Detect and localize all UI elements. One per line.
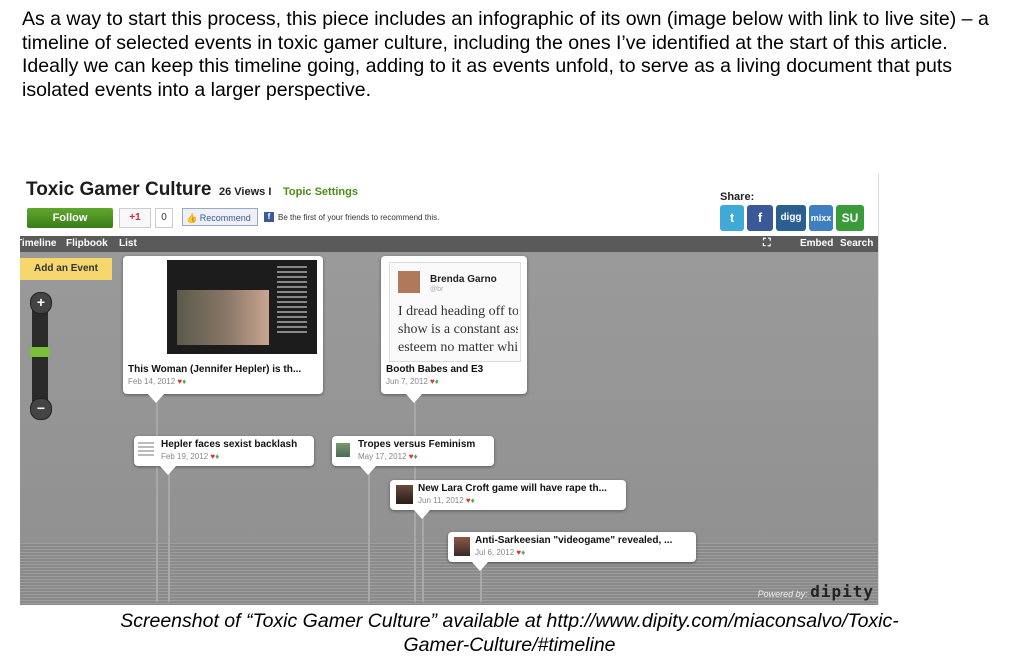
tab-timeline[interactable]: Timeline [20,238,56,249]
event-card-sexist-backlash[interactable]: Hepler faces sexist backlash Feb 19, 201… [134,436,314,466]
event-title: Anti-Sarkeesian "videogame" revealed, ..… [475,535,673,546]
event-title: Tropes versus Feminism [358,439,476,450]
event-date: Jun 7, 2012 ♥♦ [386,377,439,386]
twitter-share-icon[interactable]: t [720,205,744,231]
add-event-button[interactable]: Add an Event [20,258,112,280]
event-card-lara-croft[interactable]: New Lara Croft game will have rape th...… [390,480,626,510]
event-date: Jun 11, 2012 ♥♦ [418,496,475,505]
digg-share-icon[interactable]: digg [776,205,806,231]
tweet-line: esteem no matter whi [398,340,518,355]
facebook-recommend-text: Be the first of your friends to recommen… [278,213,440,222]
event-title: Hepler faces sexist backlash [161,439,298,450]
figure-caption: Screenshot of “Toxic Gamer Culture” avai… [0,609,1019,657]
event-title: Booth Babes and E3 [386,364,484,375]
card-pointer [414,510,430,519]
stumbleupon-share-icon[interactable]: SU [836,205,864,231]
tweet-user: Brenda Garno [430,274,497,285]
tweet-avatar [398,271,420,293]
article-paragraph: As a way to start this process, this pie… [22,8,989,101]
card-pointer [160,466,176,475]
follow-button[interactable]: Follow [27,208,113,228]
powered-by-dipity[interactable]: Powered by: dipity [758,582,874,601]
event-card-tropes[interactable]: Tropes versus Feminism May 17, 2012 ♥♦ [332,436,494,466]
tweet-line: show is a constant ass [398,322,518,337]
timeline-title: Toxic Gamer Culture [26,179,212,200]
fullscreen-icon[interactable]: ⛶ [763,237,771,250]
event-stem [168,467,170,602]
share-label: Share: [720,191,755,203]
event-card-anti-sarkeesian[interactable]: Anti-Sarkeesian "videogame" revealed, ..… [448,532,696,562]
card-pointer [406,394,422,403]
event-card-booth-babes[interactable]: Brenda Garno @br I dread heading off to … [381,256,527,394]
facebook-share-icon[interactable]: f [747,205,773,231]
event-icon [396,485,413,504]
event-title: New Lara Croft game will have rape th... [418,483,607,494]
dipity-logo: dipity [810,582,874,601]
card-pointer [360,466,376,475]
facebook-icon: f [264,212,274,222]
card-pointer [148,394,164,403]
event-icon [336,443,350,457]
caption-line-2: Gamer-Culture/#timeline [403,634,616,656]
zoom-handle[interactable] [30,347,50,357]
event-stem [422,510,424,602]
zoom-out-button[interactable]: − [30,398,52,420]
google-plus-button[interactable]: +1 [119,208,151,228]
event-date: May 17, 2012 ♥♦ [358,452,418,461]
event-card-hepler[interactable]: This Woman (Jennifer Hepler) is th... Fe… [123,256,323,394]
event-date: Jul 6, 2012 ♥♦ [475,548,526,557]
topic-settings-link[interactable]: Topic Settings [283,186,358,198]
views-count: 26 Views I [219,186,272,198]
gplus-label: +1 [129,212,141,223]
timeline-area[interactable]: Add an Event + − This Woman (Jennifer He… [20,252,878,605]
caption-line-1: Screenshot of “Toxic Gamer Culture” avai… [120,610,899,632]
event-icon [454,537,470,556]
card-pointer [472,562,488,571]
recommend-label: Recommend [199,213,251,223]
event-stem [156,402,158,602]
event-date: Feb 19, 2012 ♥♦ [161,452,220,461]
tab-list[interactable]: List [119,238,137,249]
mixx-share-icon[interactable]: mixx [809,205,833,231]
zoom-in-button[interactable]: + [30,292,52,314]
tweet-embed: Brenda Garno @br I dread heading off to … [389,262,521,362]
gplus-count: 0 [155,208,173,228]
dipity-screenshot: Toxic Gamer Culture 26 Views I Topic Set… [20,173,879,605]
embed-link[interactable]: Embed [800,238,833,249]
event-date: Feb 14, 2012 ♥♦ [128,377,187,386]
recommend-button[interactable]: 👍 Recommend [182,208,258,226]
tab-flipbook[interactable]: Flipbook [66,238,108,249]
search-link[interactable]: Search [840,238,873,249]
tweet-line: I dread heading off to [398,304,518,319]
event-title: This Woman (Jennifer Hepler) is th... [128,364,302,375]
view-navbar: Timeline Flipbook List ⛶ Embed Search [20,236,878,252]
event-stem [368,467,370,602]
event-thumbnail [167,260,317,354]
tweet-handle: @br [430,286,444,293]
event-icon [138,442,154,458]
